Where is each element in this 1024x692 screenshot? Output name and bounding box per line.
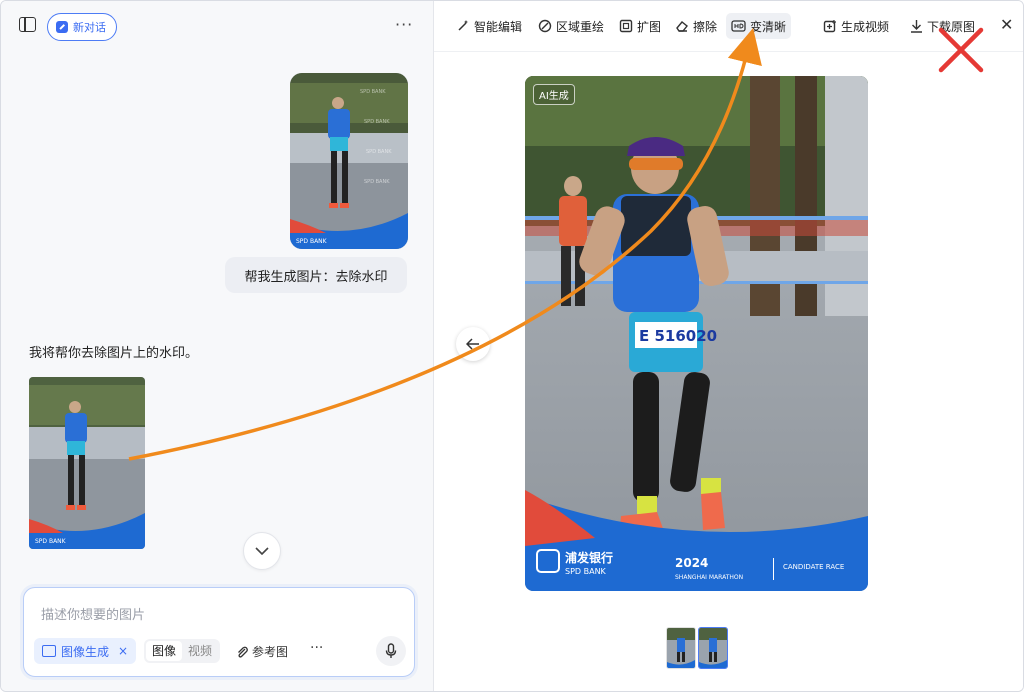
app-window: 新对话 ··· SPD BANK SPD BANK SPD BANK SPD B… [0,0,1024,692]
tool-smart-edit-label: 智能编辑 [474,19,523,34]
tool-download-original-label: 下载原图 [927,19,976,34]
tool-expand[interactable]: 扩图 [614,13,666,39]
hd-icon [731,20,746,32]
prompt-input[interactable]: 描述你想要的图片 [41,604,145,623]
race-tag: CANDIDATE RACE [783,563,844,571]
tool-erase-label: 擦除 [693,19,718,34]
event-name-en: SHANGHAI MARATHON [675,574,743,581]
bank-name: 浦发银行 [565,550,613,565]
previous-image-button[interactable] [456,327,490,361]
bib-number: E 516020 [639,327,717,345]
tool-region-redraw-label: 区域重绘 [556,19,605,34]
ai-generated-badge: AI生成 [533,84,575,105]
magic-wand-icon [458,20,468,31]
prompt-composer: 描述你想要的图片 图像生成 × 图像 视频 参考图 ··· [23,587,415,677]
tool-generate-video-label: 生成视频 [841,19,890,34]
tool-enhance-clarity[interactable]: 变清晰 [726,13,792,39]
microphone-icon [385,643,397,658]
image-generation-chip[interactable]: 图像生成 × [34,638,137,664]
edit-icon [56,21,68,33]
image-icon [42,645,56,657]
image-preview-panel: 智能编辑 区域重绘 扩图 擦除 变清晰 生成视频 下载原图 ✕ E 516020… [434,1,1023,691]
svg-text:SPD BANK: SPD BANK [366,149,392,155]
image-generation-label: 图像生成 [61,644,110,659]
region-brush-icon [538,19,552,33]
tool-enhance-clarity-label: 变清晰 [750,19,787,34]
sidebar-toggle-icon[interactable] [19,17,37,33]
paperclip-icon [238,646,248,658]
event-year: 2024 [675,556,708,570]
svg-text:SPD BANK: SPD BANK [364,179,390,185]
chat-header: 新对话 ··· [1,1,433,51]
reference-image-label: 参考图 [252,645,289,659]
new-chat-button[interactable]: 新对话 [47,13,117,41]
bank-name-en: SPD BANK [565,567,607,576]
expand-icon [619,19,633,33]
media-type-toggle: 图像 视频 [144,639,221,663]
tool-smart-edit[interactable]: 智能编辑 [451,13,527,39]
eraser-icon [676,21,688,32]
scroll-down-button[interactable] [243,532,281,570]
tool-region-redraw[interactable]: 区域重绘 [533,13,609,39]
tool-erase[interactable]: 擦除 [670,13,722,39]
chip-close-icon[interactable]: × [118,644,128,658]
composer-more-icon[interactable]: ··· [310,640,323,656]
seg-video[interactable]: 视频 [182,641,218,661]
chat-panel: 新对话 ··· SPD BANK SPD BANK SPD BANK SPD B… [1,1,434,691]
download-icon [911,20,922,33]
tool-generate-video[interactable]: 生成视频 [818,13,894,39]
svg-text:SPD BANK: SPD BANK [360,89,386,95]
image-toolbar: 智能编辑 区域重绘 扩图 擦除 变清晰 生成视频 下载原图 ✕ [434,1,1023,52]
user-message-text: 帮我生成图片：去除水印 [244,269,388,285]
assistant-message-text: 我将帮你去除图片上的水印。 [29,346,199,361]
chevron-down-icon [255,547,269,555]
svg-text:SPD BANK: SPD BANK [364,119,390,125]
arrow-left-icon [466,338,479,350]
tool-expand-label: 扩图 [637,19,662,34]
microphone-button[interactable] [376,636,406,666]
user-uploaded-image[interactable]: SPD BANK SPD BANK SPD BANK SPD BANK SPD BA… [290,73,408,249]
svg-text:SPD BANK: SPD BANK [296,238,328,245]
reference-image-button[interactable]: 参考图 [236,643,288,660]
seg-image[interactable]: 图像 [146,641,183,661]
preview-image[interactable]: E 516020 浦发银行 SPD BANK 2024 SHANGHAI MAR… [525,76,868,591]
thumbnail-strip-item[interactable] [666,627,696,669]
new-chat-label: 新对话 [73,21,106,34]
close-preview-icon[interactable]: ✕ [1000,15,1013,34]
tool-download-original[interactable]: 下载原图 [905,13,980,39]
more-options-icon[interactable]: ··· [395,15,413,34]
generated-image-thumbnail[interactable]: SPD BANK [29,377,145,549]
video-plus-icon [823,20,836,33]
thumbnail-strip-item-selected[interactable] [698,627,728,669]
svg-text:SPD BANK: SPD BANK [35,538,67,545]
user-message-bubble: 帮我生成图片：去除水印 [225,257,407,293]
